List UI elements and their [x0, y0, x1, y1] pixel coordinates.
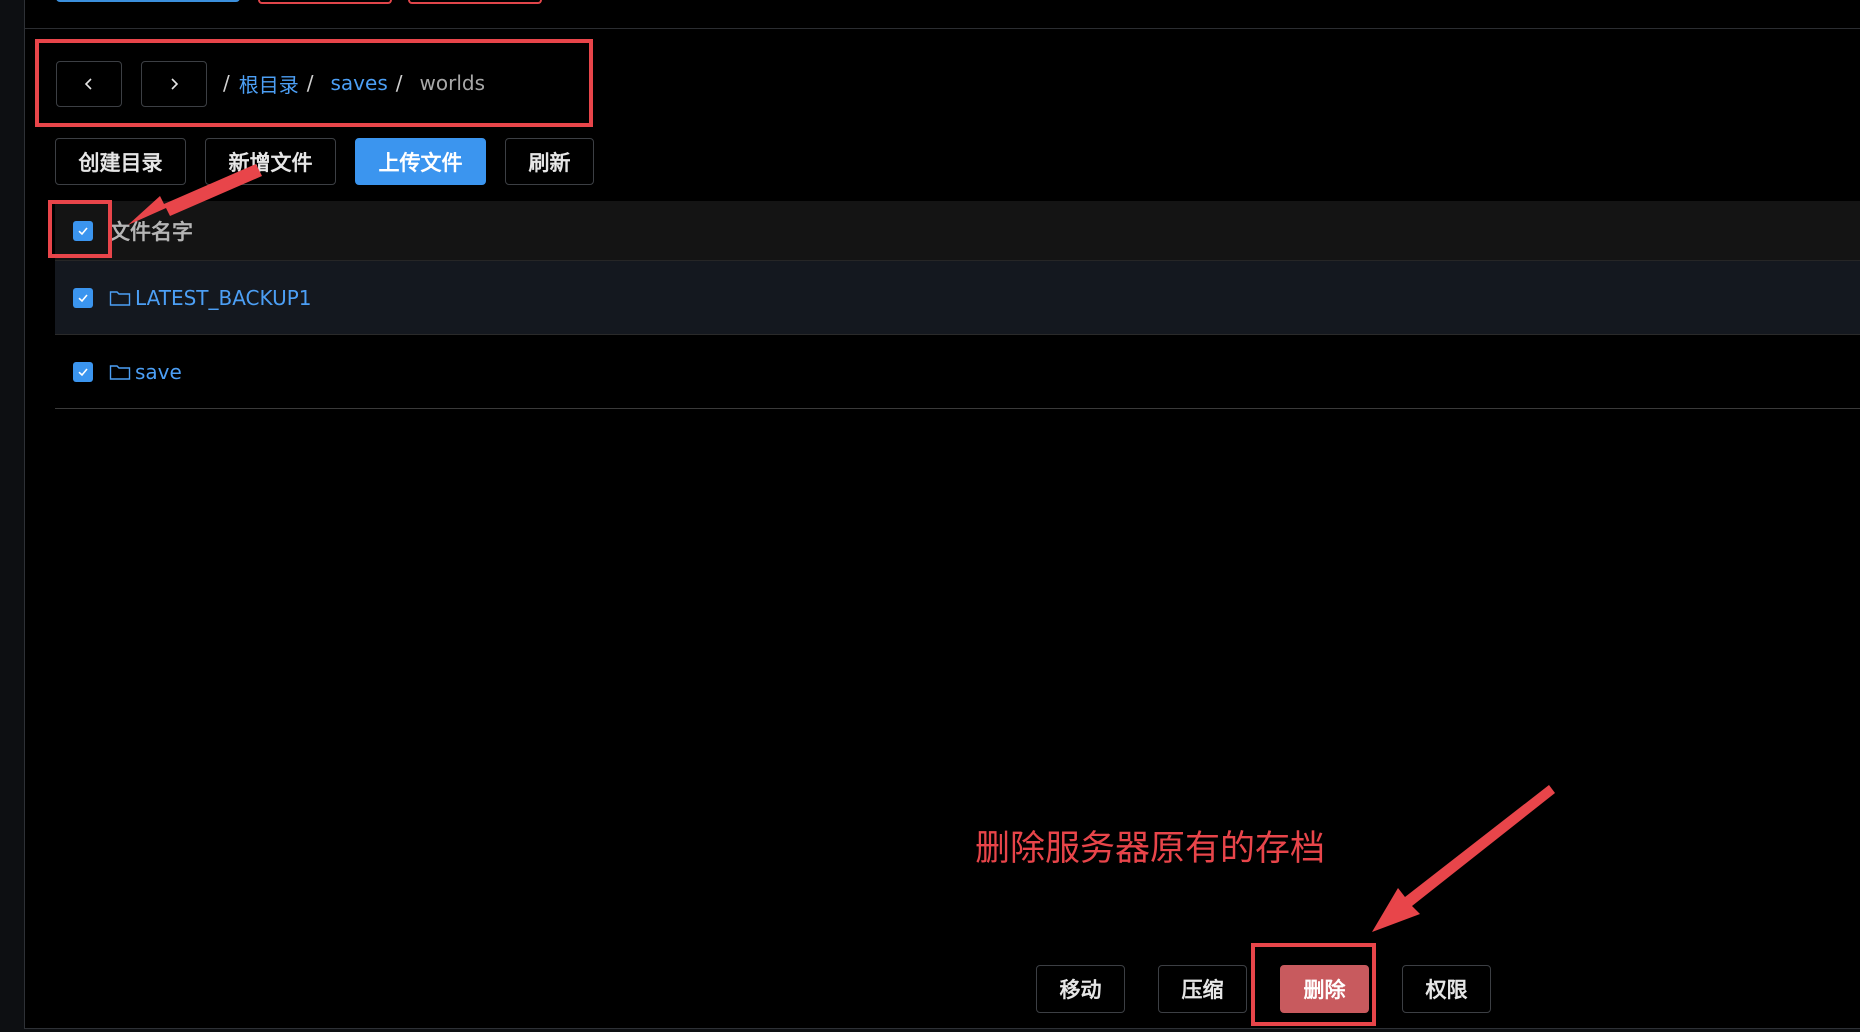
- create-directory-button[interactable]: 创建目录: [55, 138, 186, 185]
- breadcrumb-separator: /: [223, 71, 230, 95]
- select-all-checkbox[interactable]: [73, 220, 93, 241]
- back-button[interactable]: [56, 61, 122, 107]
- top-button-partial-1[interactable]: [258, 0, 392, 4]
- top-button-partial-2[interactable]: [408, 0, 542, 4]
- delete-button[interactable]: 删除: [1280, 965, 1369, 1013]
- breadcrumb-separator: /: [395, 71, 403, 95]
- file-manager-screen: / 根目录 / saves / worlds 创建目录 新增文件 上传文件 刷新…: [0, 0, 1860, 1032]
- compress-button[interactable]: 压缩: [1158, 965, 1247, 1013]
- top-tab-button-partial[interactable]: [56, 0, 240, 2]
- file-name-link[interactable]: save: [135, 360, 182, 384]
- arrow-icon: [1372, 785, 1555, 932]
- refresh-button[interactable]: 刷新: [505, 138, 594, 185]
- chevron-right-icon: [171, 78, 179, 90]
- bottom-panel-edge: [24, 1028, 1860, 1032]
- folder-icon: [109, 363, 131, 381]
- left-panel-edge: [0, 0, 25, 1032]
- move-button[interactable]: 移动: [1036, 965, 1125, 1013]
- row-checkbox[interactable]: [73, 287, 93, 308]
- breadcrumb: / 根目录 / saves / worlds: [223, 68, 485, 98]
- row-checkbox[interactable]: [73, 361, 93, 382]
- annotation-caption: 删除服务器原有的存档: [975, 829, 1326, 869]
- chevron-left-icon: [84, 78, 92, 90]
- checkmark-icon: [78, 226, 88, 235]
- table-header: 文件名字: [55, 201, 1860, 261]
- checkmark-icon: [78, 293, 88, 302]
- column-header-filename: 文件名字: [109, 219, 193, 244]
- permission-button[interactable]: 权限: [1402, 965, 1491, 1013]
- breadcrumb-current: worlds: [419, 71, 486, 95]
- table-row[interactable]: LATEST_BACKUP1: [55, 261, 1860, 335]
- upload-file-button[interactable]: 上传文件: [355, 138, 486, 185]
- file-table: 文件名字 LATEST_BACKUP1 save: [55, 201, 1860, 409]
- file-name-link[interactable]: LATEST_BACKUP1: [135, 286, 312, 310]
- breadcrumb-root[interactable]: 根目录: [239, 69, 299, 98]
- checkmark-icon: [78, 367, 88, 376]
- top-divider: [25, 28, 1860, 29]
- table-row[interactable]: save: [55, 335, 1860, 409]
- new-file-button[interactable]: 新增文件: [205, 138, 336, 185]
- breadcrumb-saves[interactable]: saves: [331, 71, 388, 95]
- folder-icon: [109, 289, 131, 307]
- forward-button[interactable]: [141, 61, 207, 107]
- breadcrumb-separator: /: [306, 71, 314, 95]
